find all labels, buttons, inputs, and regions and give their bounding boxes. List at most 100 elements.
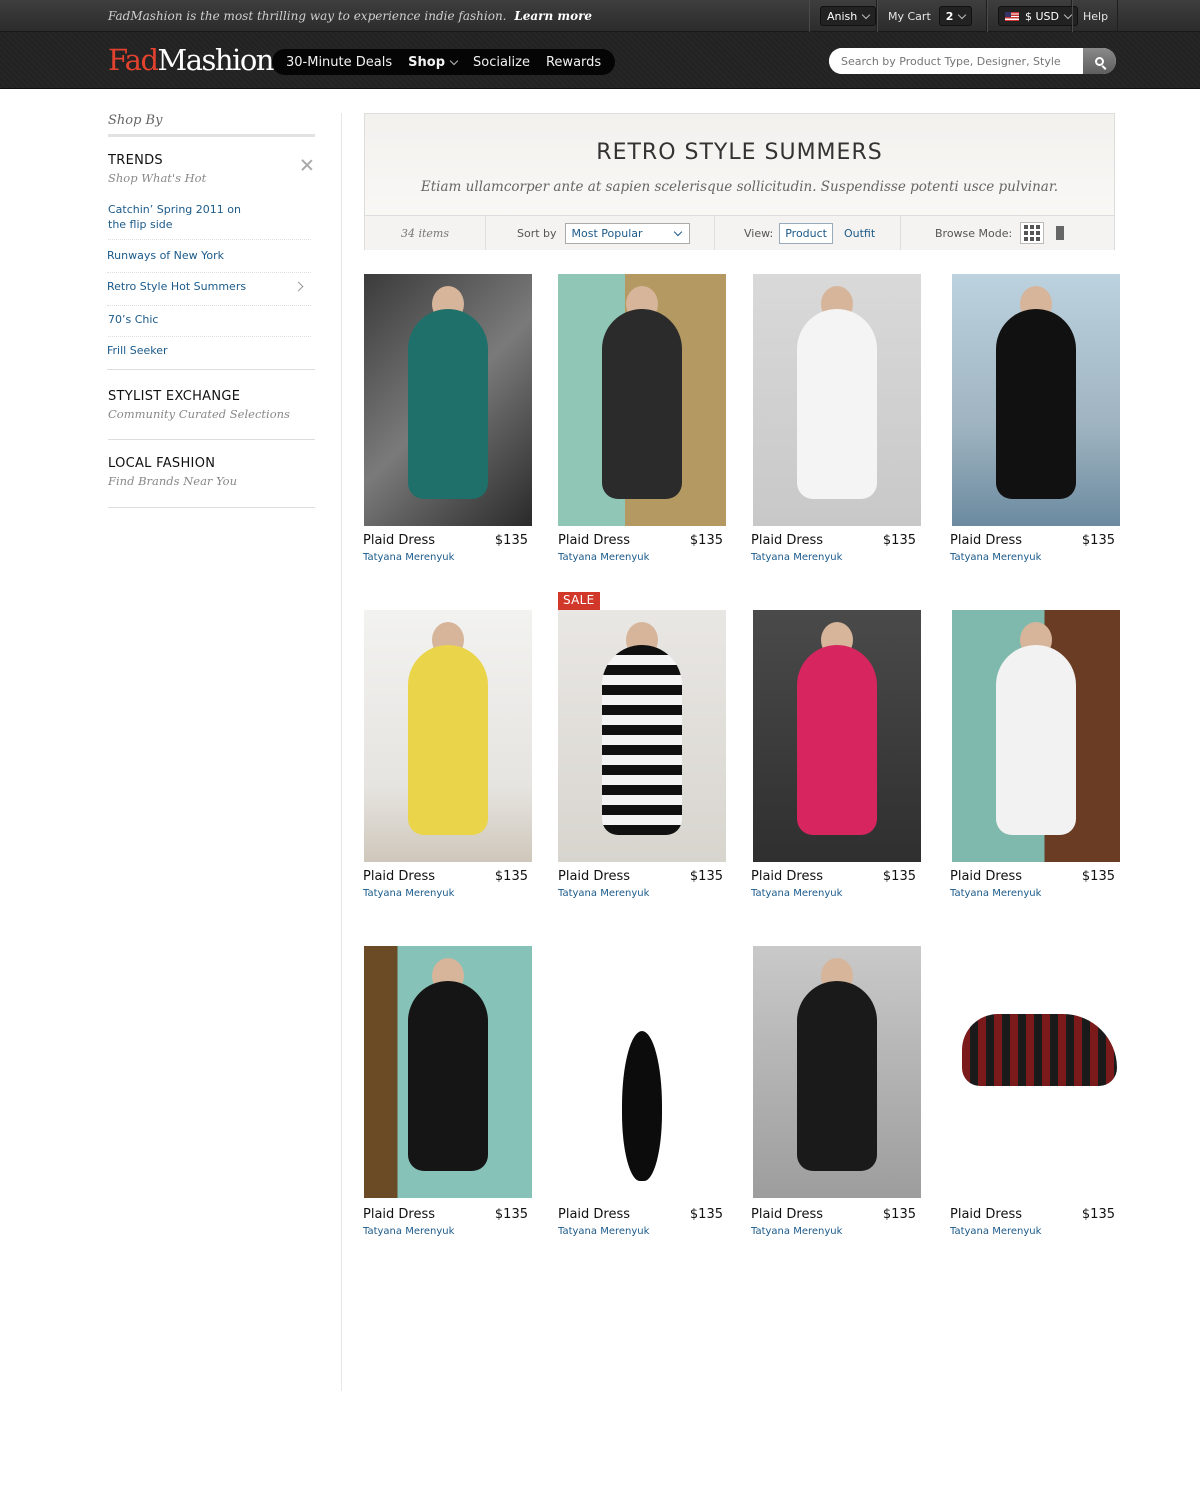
product-image[interactable] bbox=[558, 946, 728, 1198]
product-image[interactable] bbox=[558, 610, 728, 862]
product-image[interactable] bbox=[952, 610, 1122, 862]
product-card-info[interactable]: Plaid Dress $135 Tatyana Merenyuk bbox=[751, 869, 916, 899]
user-pill[interactable]: Anish bbox=[820, 6, 877, 26]
product-figure bbox=[797, 309, 877, 499]
product-designer-link[interactable]: Tatyana Merenyuk bbox=[751, 552, 916, 563]
user-menu[interactable]: Anish bbox=[809, 0, 877, 32]
product-designer-link[interactable]: Tatyana Merenyuk bbox=[950, 1226, 1115, 1237]
product-designer-link[interactable]: Tatyana Merenyuk bbox=[558, 1226, 723, 1237]
sidebar-item-frill-seeker[interactable]: Frill Seeker bbox=[107, 343, 315, 370]
cart-menu[interactable]: My Cart 2 bbox=[877, 0, 987, 32]
stylist-exchange-section[interactable]: STYLIST EXCHANGE Community Curated Selec… bbox=[108, 389, 315, 440]
main-nav: 30-Minute Deals Shop Socialize Rewards bbox=[272, 49, 616, 75]
product-figure bbox=[996, 645, 1076, 835]
product-figure bbox=[797, 981, 877, 1171]
single-view-icon[interactable] bbox=[1052, 226, 1069, 240]
local-fashion-section[interactable]: LOCAL FASHION Find Brands Near You bbox=[108, 456, 315, 508]
sale-badge: SALE bbox=[558, 592, 600, 610]
search-input[interactable] bbox=[829, 48, 1083, 74]
product-designer-link[interactable]: Tatyana Merenyuk bbox=[363, 888, 528, 899]
product-card-info[interactable]: Plaid Dress $135 Tatyana Merenyuk bbox=[950, 1207, 1115, 1237]
product-designer-link[interactable]: Tatyana Merenyuk bbox=[558, 888, 723, 899]
product-designer-link[interactable]: Tatyana Merenyuk bbox=[950, 888, 1115, 899]
collection-title: RETRO STYLE SUMMERS bbox=[596, 140, 883, 165]
grid-view-icon[interactable] bbox=[1020, 222, 1045, 244]
sort-select[interactable]: Most Popular bbox=[564, 222, 690, 244]
product-card-info[interactable]: Plaid Dress $135 Tatyana Merenyuk bbox=[363, 869, 528, 899]
product-price: $135 bbox=[494, 869, 528, 884]
view-control: View: Product Outfit bbox=[715, 216, 901, 250]
product-image[interactable] bbox=[753, 610, 923, 862]
product-image[interactable] bbox=[753, 274, 923, 526]
product-card-info[interactable]: Plaid Dress $135 Tatyana Merenyuk bbox=[950, 533, 1115, 563]
nav-socialize[interactable]: Socialize bbox=[473, 55, 530, 70]
learn-more-link[interactable]: Learn more bbox=[514, 9, 592, 23]
product-photo bbox=[364, 274, 532, 526]
product-card-info[interactable]: Plaid Dress $135 Tatyana Merenyuk bbox=[751, 1207, 916, 1237]
product-figure bbox=[962, 1014, 1117, 1086]
product-price: $135 bbox=[689, 533, 723, 548]
product-price: $135 bbox=[689, 1207, 723, 1222]
chevron-down-icon bbox=[958, 10, 967, 19]
view-product-button[interactable]: Product bbox=[779, 222, 833, 244]
product-card-info[interactable]: Plaid Dress $135 Tatyana Merenyuk bbox=[751, 533, 916, 563]
cart-label: My Cart bbox=[888, 9, 931, 23]
product-card-info[interactable]: Plaid Dress $135 Tatyana Merenyuk bbox=[363, 1207, 528, 1237]
sidebar-item-catchin-spring[interactable]: Catchin’ Spring 2011 on the flip side bbox=[108, 202, 311, 240]
product-card-info[interactable]: Plaid Dress $135 Tatyana Merenyuk bbox=[950, 869, 1115, 899]
product-card-info[interactable]: Plaid Dress $135 Tatyana Merenyuk bbox=[558, 533, 723, 563]
cart-count: 2 bbox=[945, 9, 954, 23]
product-designer-link[interactable]: Tatyana Merenyuk bbox=[558, 552, 723, 563]
nav-rewards[interactable]: Rewards bbox=[546, 55, 601, 70]
product-image[interactable] bbox=[364, 610, 534, 862]
sidebar-item-retro-style[interactable]: Retro Style Hot Summers bbox=[107, 279, 311, 306]
sidebar-item-label: Frill Seeker bbox=[107, 344, 168, 357]
nav-shop[interactable]: Shop bbox=[408, 54, 459, 70]
sidebar-item-70s-chic[interactable]: 70’s Chic bbox=[108, 312, 311, 337]
product-photo bbox=[753, 610, 921, 862]
product-image[interactable] bbox=[952, 946, 1122, 1117]
currency-pill[interactable]: $ USD bbox=[998, 6, 1078, 26]
user-name: Anish bbox=[827, 9, 858, 23]
currency-menu[interactable]: $ USD bbox=[987, 0, 1078, 32]
search-button[interactable] bbox=[1083, 48, 1116, 74]
site-logo[interactable]: FadMashion bbox=[108, 43, 274, 77]
promo-text: FadMashion is the most thrilling way to … bbox=[108, 9, 507, 23]
help-link[interactable]: Help bbox=[1072, 0, 1118, 32]
view-label: View: bbox=[744, 226, 774, 240]
product-card-info[interactable]: Plaid Dress $135 Tatyana Merenyuk bbox=[363, 533, 528, 563]
product-price: $135 bbox=[494, 1207, 528, 1222]
sort-value: Most Popular bbox=[571, 226, 643, 240]
product-card-info[interactable]: Plaid Dress $135 Tatyana Merenyuk bbox=[558, 869, 723, 899]
product-image[interactable] bbox=[558, 274, 728, 526]
sidebar-heading: Shop By bbox=[108, 113, 315, 137]
sidebar-item-runways[interactable]: Runways of New York bbox=[107, 248, 311, 273]
product-designer-link[interactable]: Tatyana Merenyuk bbox=[950, 552, 1115, 563]
product-photo bbox=[558, 946, 726, 1198]
product-price: $135 bbox=[1081, 869, 1115, 884]
stylist-exchange-subtitle: Community Curated Selections bbox=[108, 407, 290, 421]
product-designer-link[interactable]: Tatyana Merenyuk bbox=[751, 1226, 916, 1237]
sidebar-item-label: Catchin’ Spring 2011 on the flip side bbox=[108, 203, 241, 231]
product-image[interactable] bbox=[364, 946, 534, 1198]
close-icon[interactable] bbox=[301, 159, 313, 171]
nav-30-minute-deals[interactable]: 30-Minute Deals bbox=[286, 55, 392, 70]
nav-shop-label: Shop bbox=[408, 54, 445, 70]
cart-count-pill[interactable]: 2 bbox=[938, 6, 973, 26]
trends-section: TRENDS Shop What's Hot bbox=[108, 153, 315, 185]
product-designer-link[interactable]: Tatyana Merenyuk bbox=[363, 1226, 528, 1237]
product-card-info[interactable]: Plaid Dress $135 Tatyana Merenyuk bbox=[558, 1207, 723, 1237]
product-image[interactable] bbox=[753, 946, 923, 1198]
trends-title[interactable]: TRENDS bbox=[108, 153, 315, 168]
search-icon bbox=[1095, 56, 1104, 66]
results-toolbar: 34 items Sort by Most Popular View: Prod… bbox=[365, 215, 1114, 250]
product-image[interactable] bbox=[952, 274, 1122, 526]
sort-label: Sort by bbox=[517, 226, 557, 240]
view-outfit-button[interactable]: Outfit bbox=[839, 224, 880, 243]
product-image[interactable] bbox=[364, 274, 534, 526]
product-price: $135 bbox=[494, 533, 528, 548]
sidebar-item-label: 70’s Chic bbox=[108, 313, 159, 326]
browse-mode-label: Browse Mode: bbox=[935, 226, 1013, 240]
product-designer-link[interactable]: Tatyana Merenyuk bbox=[751, 888, 916, 899]
product-designer-link[interactable]: Tatyana Merenyuk bbox=[363, 552, 528, 563]
